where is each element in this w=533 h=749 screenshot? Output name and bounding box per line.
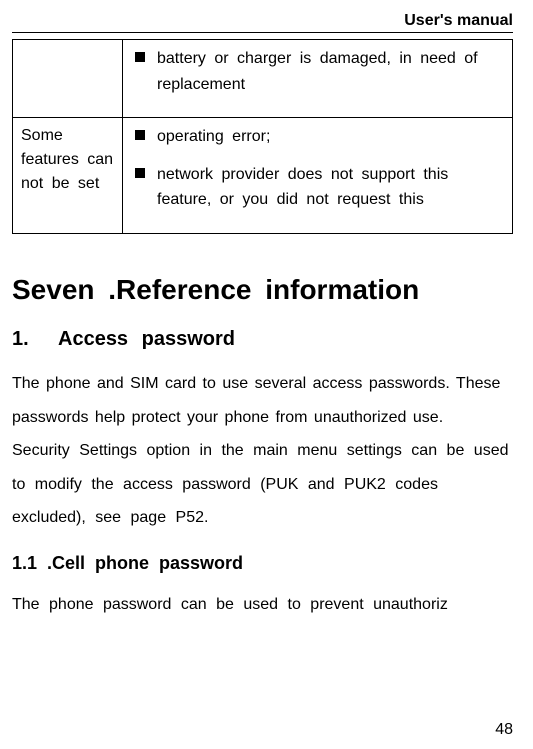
table-cell-causes: battery or charger is damaged, in need o… [123,40,513,118]
table-row: battery or charger is damaged, in need o… [13,40,513,118]
subsection-title: Access password [58,328,235,351]
subsection-heading: 1. Access password [12,328,513,351]
table-row: Some features can not be set operating e… [13,118,513,234]
header-title: User's manual [12,12,513,33]
body-paragraph: Security Settings option in the main men… [12,434,513,535]
section-heading: Seven .Reference information [12,274,513,306]
page-number: 48 [495,721,513,739]
list-item: network provider does not support this f… [131,162,504,213]
body-paragraph: The phone password can be used to preven… [12,588,513,622]
table-cell-issue: Some features can not be set [13,118,123,234]
table-cell-causes: operating error; network provider does n… [123,118,513,234]
list-item: operating error; [131,124,504,150]
subsubsection-heading: 1.1 .Cell phone password [12,553,513,574]
subsection-number: 1. [12,328,58,351]
list-item: battery or charger is damaged, in need o… [131,46,504,97]
body-paragraph: The phone and SIM card to use several ac… [12,367,513,434]
troubleshoot-table: battery or charger is damaged, in need o… [12,39,513,234]
table-cell-issue [13,40,123,118]
